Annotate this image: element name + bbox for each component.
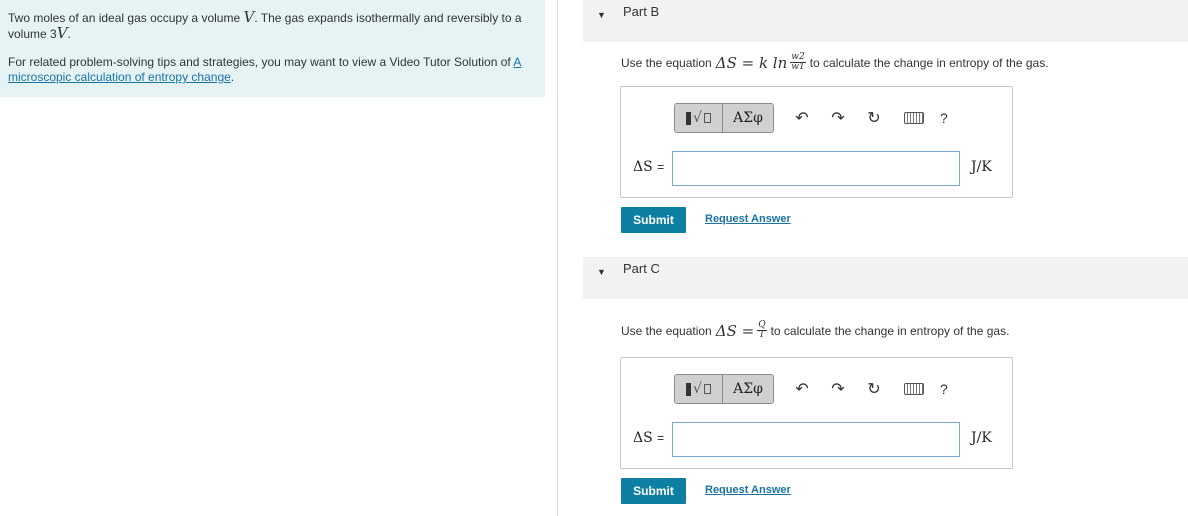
templates-icon[interactable]: √ — [675, 104, 723, 132]
part-b-header[interactable]: ▼ Part B — [583, 0, 1188, 42]
entropy-equation: ΔS = Q T — [715, 320, 767, 340]
toolbar-button-group: √ ΑΣφ — [674, 103, 774, 133]
toolbar-button-group: √ ΑΣφ — [674, 374, 774, 404]
submit-button[interactable]: Submit — [621, 478, 686, 504]
part-c-header[interactable]: ▼ Part C — [583, 257, 1188, 299]
part-b-answer-box: √ ΑΣφ ↶ ↷ ↻ ? ΔS = J/K — [620, 86, 1013, 198]
undo-icon[interactable]: ↶ — [794, 379, 810, 399]
request-answer-link[interactable]: Request Answer — [705, 213, 791, 225]
fraction: Q T — [757, 320, 767, 340]
part-c-instruction: Use the equation ΔS = Q T to calculate t… — [621, 320, 1010, 340]
part-b-instruction: Use the equation ΔS = k ln w2 w1 to calc… — [621, 52, 1049, 72]
submit-button[interactable]: Submit — [621, 207, 686, 233]
unit-label: J/K — [971, 159, 992, 175]
entropy-input[interactable] — [672, 422, 960, 457]
reset-icon[interactable]: ↻ — [866, 108, 882, 128]
collapse-triangle-icon[interactable]: ▼ — [597, 267, 606, 277]
help-icon[interactable]: ? — [940, 381, 948, 397]
var-v: V — [243, 8, 255, 26]
entropy-equation: ΔS = k ln w2 w1 — [715, 52, 806, 72]
entropy-input[interactable] — [672, 151, 960, 186]
fraction: w2 w1 — [790, 52, 806, 72]
keyboard-icon[interactable] — [904, 112, 924, 124]
keyboard-icon[interactable] — [904, 383, 924, 395]
undo-icon[interactable]: ↶ — [794, 108, 810, 128]
part-c-answer-box: √ ΑΣφ ↶ ↷ ↻ ? ΔS = J/K — [620, 357, 1013, 469]
collapse-triangle-icon[interactable]: ▼ — [597, 10, 606, 20]
unit-label: J/K — [971, 430, 992, 446]
part-title: Part B — [623, 4, 660, 19]
greek-symbols-icon[interactable]: ΑΣφ — [723, 375, 773, 403]
tutor-note: For related problem-solving tips and str… — [8, 55, 522, 84]
math-toolbar: √ ΑΣφ ↶ ↷ ↻ ? — [674, 374, 948, 404]
reset-icon[interactable]: ↻ — [866, 379, 882, 399]
problem-intro: Two moles of an ideal gas occupy a volum… — [0, 0, 545, 97]
problem-statement: Two moles of an ideal gas occupy a volum… — [8, 8, 522, 42]
problem-panel: Two moles of an ideal gas occupy a volum… — [0, 0, 558, 516]
answer-label: ΔS = — [633, 159, 665, 175]
request-answer-link[interactable]: Request Answer — [705, 484, 791, 496]
redo-icon[interactable]: ↷ — [830, 108, 846, 128]
math-toolbar: √ ΑΣφ ↶ ↷ ↻ ? — [674, 103, 948, 133]
redo-icon[interactable]: ↷ — [830, 379, 846, 399]
templates-icon[interactable]: √ — [675, 375, 723, 403]
answer-label: ΔS = — [633, 430, 665, 446]
greek-symbols-icon[interactable]: ΑΣφ — [723, 104, 773, 132]
help-icon[interactable]: ? — [940, 110, 948, 126]
var-v2: V — [56, 24, 68, 42]
part-title: Part C — [623, 261, 660, 276]
